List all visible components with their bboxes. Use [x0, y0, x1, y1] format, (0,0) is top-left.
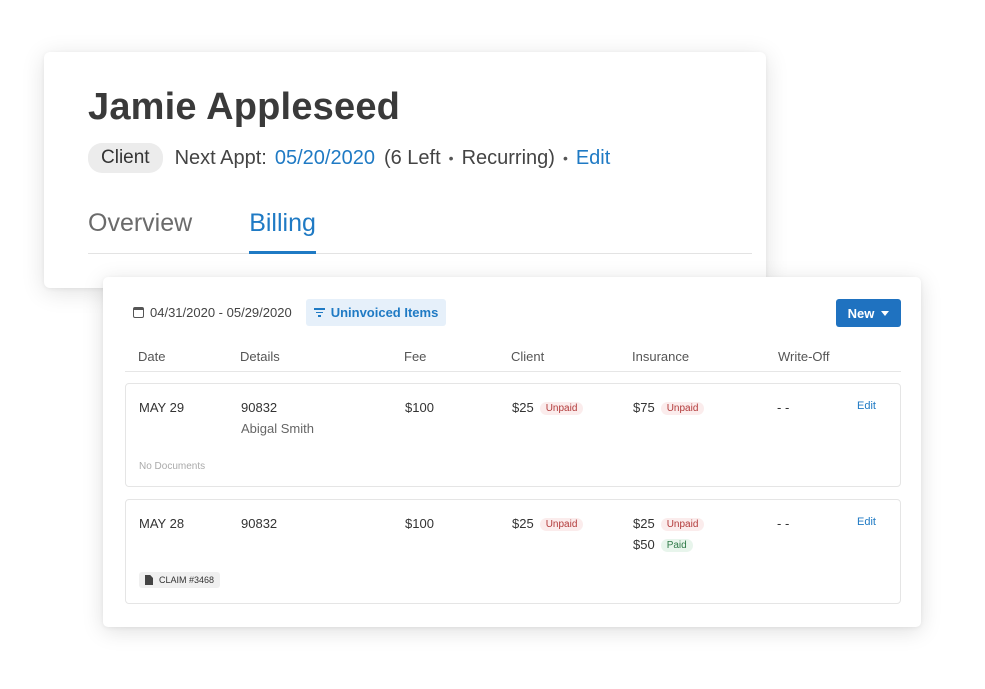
- document-icon: [145, 575, 153, 585]
- date-range-text: 04/31/2020 - 05/29/2020: [150, 305, 292, 320]
- status-badge: Unpaid: [539, 402, 584, 415]
- client-name: Jamie Appleseed: [88, 86, 401, 128]
- calendar-icon: [133, 307, 144, 318]
- no-documents-text: No Documents: [139, 461, 206, 472]
- insurance-payment: $75 Unpaid: [633, 400, 705, 415]
- client-profile-card: Jamie Appleseed Client Next Appt: 05/20/…: [44, 52, 766, 288]
- row-date: MAY 29: [139, 400, 185, 415]
- profile-tabs: Overview Billing: [88, 204, 752, 254]
- row-date: MAY 28: [139, 516, 185, 531]
- uninvoiced-filter-button[interactable]: Uninvoiced Items: [305, 299, 447, 326]
- status-badge: Unpaid: [539, 518, 584, 531]
- row-write-off: - -: [777, 516, 790, 531]
- appt-recurring: Recurring): [461, 146, 555, 169]
- edit-appt-link[interactable]: Edit: [576, 147, 610, 170]
- table-header: Date Details Fee Client Insurance Write-…: [125, 349, 901, 372]
- tab-overview[interactable]: Overview: [88, 204, 192, 254]
- next-appt-date-link[interactable]: 05/20/2020: [275, 147, 375, 170]
- billing-panel: 04/31/2020 - 05/29/2020 Uninvoiced Items…: [103, 277, 921, 627]
- insurance-payment: $50 Paid: [633, 537, 693, 552]
- role-badge: Client: [88, 143, 163, 173]
- new-button[interactable]: New: [836, 299, 901, 327]
- status-badge: Unpaid: [660, 518, 705, 531]
- billing-toolbar: 04/31/2020 - 05/29/2020 Uninvoiced Items: [133, 299, 447, 326]
- client-payment: $25 Unpaid: [512, 516, 584, 531]
- column-header-client: Client: [511, 349, 545, 364]
- bullet-separator: •: [448, 150, 454, 166]
- bullet-separator: •: [562, 150, 568, 166]
- insurance-amount: $75: [633, 400, 655, 415]
- filter-label: Uninvoiced Items: [330, 305, 439, 320]
- column-header-details: Details: [240, 349, 280, 364]
- new-button-label: New: [847, 305, 875, 321]
- chevron-down-icon: [881, 310, 890, 316]
- column-header-fee: Fee: [404, 349, 427, 364]
- status-badge: Unpaid: [660, 402, 705, 415]
- insurance-payment: $25 Unpaid: [633, 516, 705, 531]
- tab-billing[interactable]: Billing: [249, 204, 316, 254]
- claim-chip[interactable]: CLAIM #3468: [139, 572, 221, 588]
- client-payment: $25 Unpaid: [512, 400, 584, 415]
- row-edit-link[interactable]: Edit: [857, 400, 876, 412]
- next-appt-label: Next Appt:: [174, 146, 267, 169]
- row-code: 90832: [241, 400, 278, 415]
- row-write-off: - -: [777, 400, 790, 415]
- row-code: 90832: [241, 516, 278, 531]
- column-header-write-off: Write-Off: [778, 349, 830, 364]
- row-provider: Abigal Smith: [241, 421, 314, 436]
- status-badge: Paid: [660, 539, 693, 552]
- row-fee: $100: [405, 400, 434, 415]
- client-amount: $25: [512, 400, 534, 415]
- claim-number: CLAIM #3468: [159, 575, 215, 585]
- appointment-meta: Client Next Appt: 05/20/2020 (6 Left • R…: [88, 143, 610, 173]
- client-amount: $25: [512, 516, 534, 531]
- column-header-date: Date: [138, 349, 166, 364]
- column-header-insurance: Insurance: [632, 349, 690, 364]
- appt-remaining: (6 Left: [383, 146, 441, 169]
- table-row: MAY 28 90832 $100 $25 Unpaid $25 Unpaid $5…: [125, 499, 901, 604]
- date-range-picker[interactable]: 04/31/2020 - 05/29/2020: [133, 305, 292, 320]
- insurance-amount: $25: [633, 516, 655, 531]
- filter-icon: [314, 308, 326, 317]
- insurance-amount: $50: [633, 537, 655, 552]
- table-row: MAY 29 90832 Abigal Smith $100 $25 Unpaid…: [125, 383, 901, 487]
- row-fee: $100: [405, 516, 434, 531]
- row-edit-link[interactable]: Edit: [857, 516, 876, 528]
